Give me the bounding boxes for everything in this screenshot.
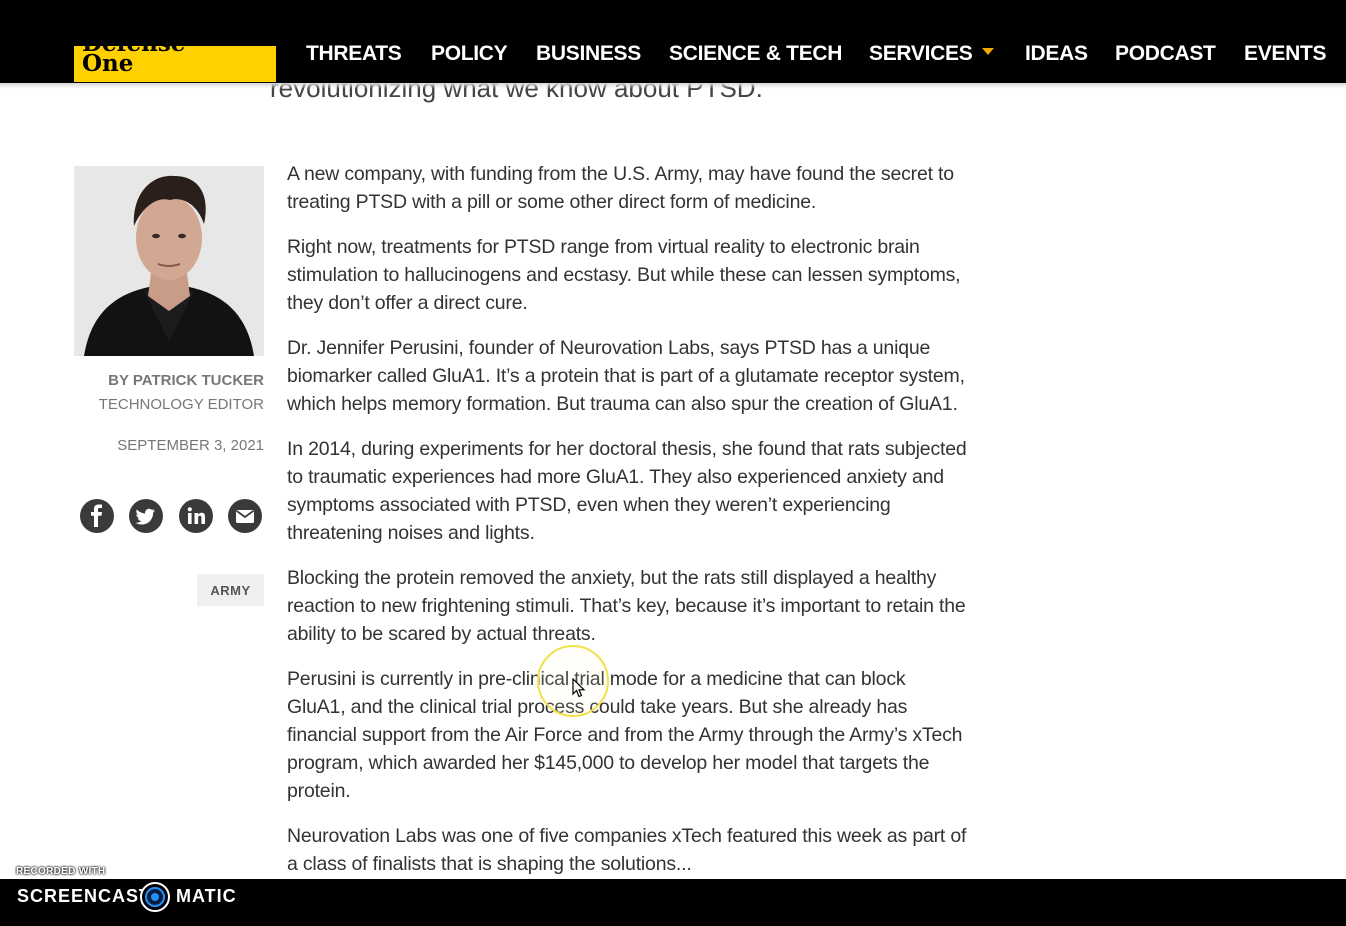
header-shadow [0, 83, 1346, 89]
nav-science-tech[interactable]: SCIENCE & TECH [669, 41, 842, 67]
facebook-icon[interactable] [80, 499, 114, 533]
article-body: A new company, with funding from the U.S… [287, 160, 967, 895]
nav-threats[interactable]: THREATS [306, 41, 402, 67]
caret-down-icon [982, 47, 995, 55]
logo-text-bottom: One [82, 50, 134, 77]
nav-events[interactable]: EVENTS [1244, 41, 1327, 67]
linkedin-icon[interactable] [179, 499, 213, 533]
recorder-caption: RECORDED WITH [16, 866, 106, 877]
mouse-pointer-icon [572, 678, 586, 698]
recorder-brand-right: MATIC [176, 886, 237, 906]
author-role: TECHNOLOGY EDITOR [98, 396, 264, 413]
article-paragraph: Dr. Jennifer Perusini, founder of Neurov… [287, 337, 965, 415]
email-icon[interactable] [228, 499, 262, 533]
twitter-icon[interactable] [129, 499, 163, 533]
publish-date: SEPTEMBER 3, 2021 [117, 437, 264, 454]
nav-ideas[interactable]: IDEAS [1025, 41, 1088, 67]
article-paragraph: Blocking the protein removed the anxiety… [287, 567, 966, 645]
nav-podcast[interactable]: PODCAST [1115, 41, 1216, 67]
recorder-logo-icon [140, 882, 170, 912]
nav-services-label: SERVICES [869, 42, 973, 65]
author-photo[interactable] [74, 166, 264, 356]
article-paragraph: A new company, with funding from the U.S… [287, 163, 954, 213]
author-name[interactable]: BY PATRICK TUCKER [99, 369, 264, 393]
tag-army[interactable]: ARMY [197, 574, 264, 606]
article-paragraph: In 2014, during experiments for her doct… [287, 438, 967, 544]
nav-business[interactable]: BUSINESS [536, 41, 641, 67]
article-paragraph: Right now, treatments for PTSD range fro… [287, 236, 961, 314]
article-paragraph: Neurovation Labs was one of five compani… [287, 825, 967, 875]
nav-services[interactable]: SERVICES [869, 41, 995, 67]
byline: BY PATRICK TUCKER TECHNOLOGY EDITOR [99, 369, 264, 417]
site-header: Defense One THREATS POLICY BUSINESS SCIE… [0, 0, 1346, 83]
site-logo[interactable]: Defense One [74, 46, 276, 82]
nav-policy[interactable]: POLICY [431, 41, 508, 67]
recorder-brand-left: SCREENCAST [17, 886, 152, 906]
article-paragraph: Perusini is currently in pre-clinical tr… [287, 668, 963, 802]
